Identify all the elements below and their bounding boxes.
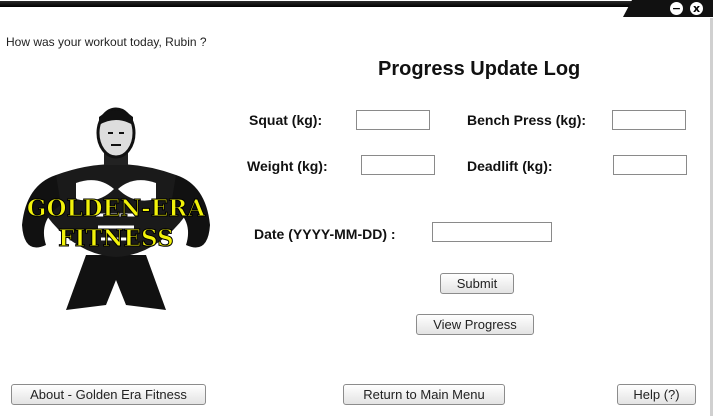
deadlift-input[interactable] [613,155,687,175]
bench-press-label: Bench Press (kg): [467,112,587,128]
view-progress-button[interactable]: View Progress [416,314,534,335]
bodybuilder-icon: GOLDEN-ERA FITNESS [22,107,210,310]
title-bar-strip [0,1,713,7]
close-icon[interactable]: x [690,2,703,15]
weight-label: Weight (kg): [247,158,328,174]
logo-text-line2: FITNESS [58,225,173,252]
bench-press-input[interactable] [612,110,686,130]
page-title: Progress Update Log [378,58,581,80]
squat-label: Squat (kg): [249,112,323,128]
title-bar: − x [0,0,713,18]
golden-era-fitness-logo: GOLDEN-ERA FITNESS [16,105,216,315]
about-button[interactable]: About - Golden Era Fitness [11,384,206,405]
date-input[interactable] [432,222,552,242]
return-main-menu-button[interactable]: Return to Main Menu [343,384,505,405]
logo-text-line1: GOLDEN-ERA [27,195,207,222]
minimize-icon[interactable]: − [670,2,683,15]
date-label: Date (YYYY-MM-DD) : [254,226,396,242]
weight-input[interactable] [361,155,435,175]
help-button[interactable]: Help (?) [617,384,696,405]
submit-button[interactable]: Submit [440,273,514,294]
squat-input[interactable] [356,110,430,130]
deadlift-label: Deadlift (kg): [467,158,553,174]
greeting-text: How was your workout today, Rubin ? [6,35,207,49]
